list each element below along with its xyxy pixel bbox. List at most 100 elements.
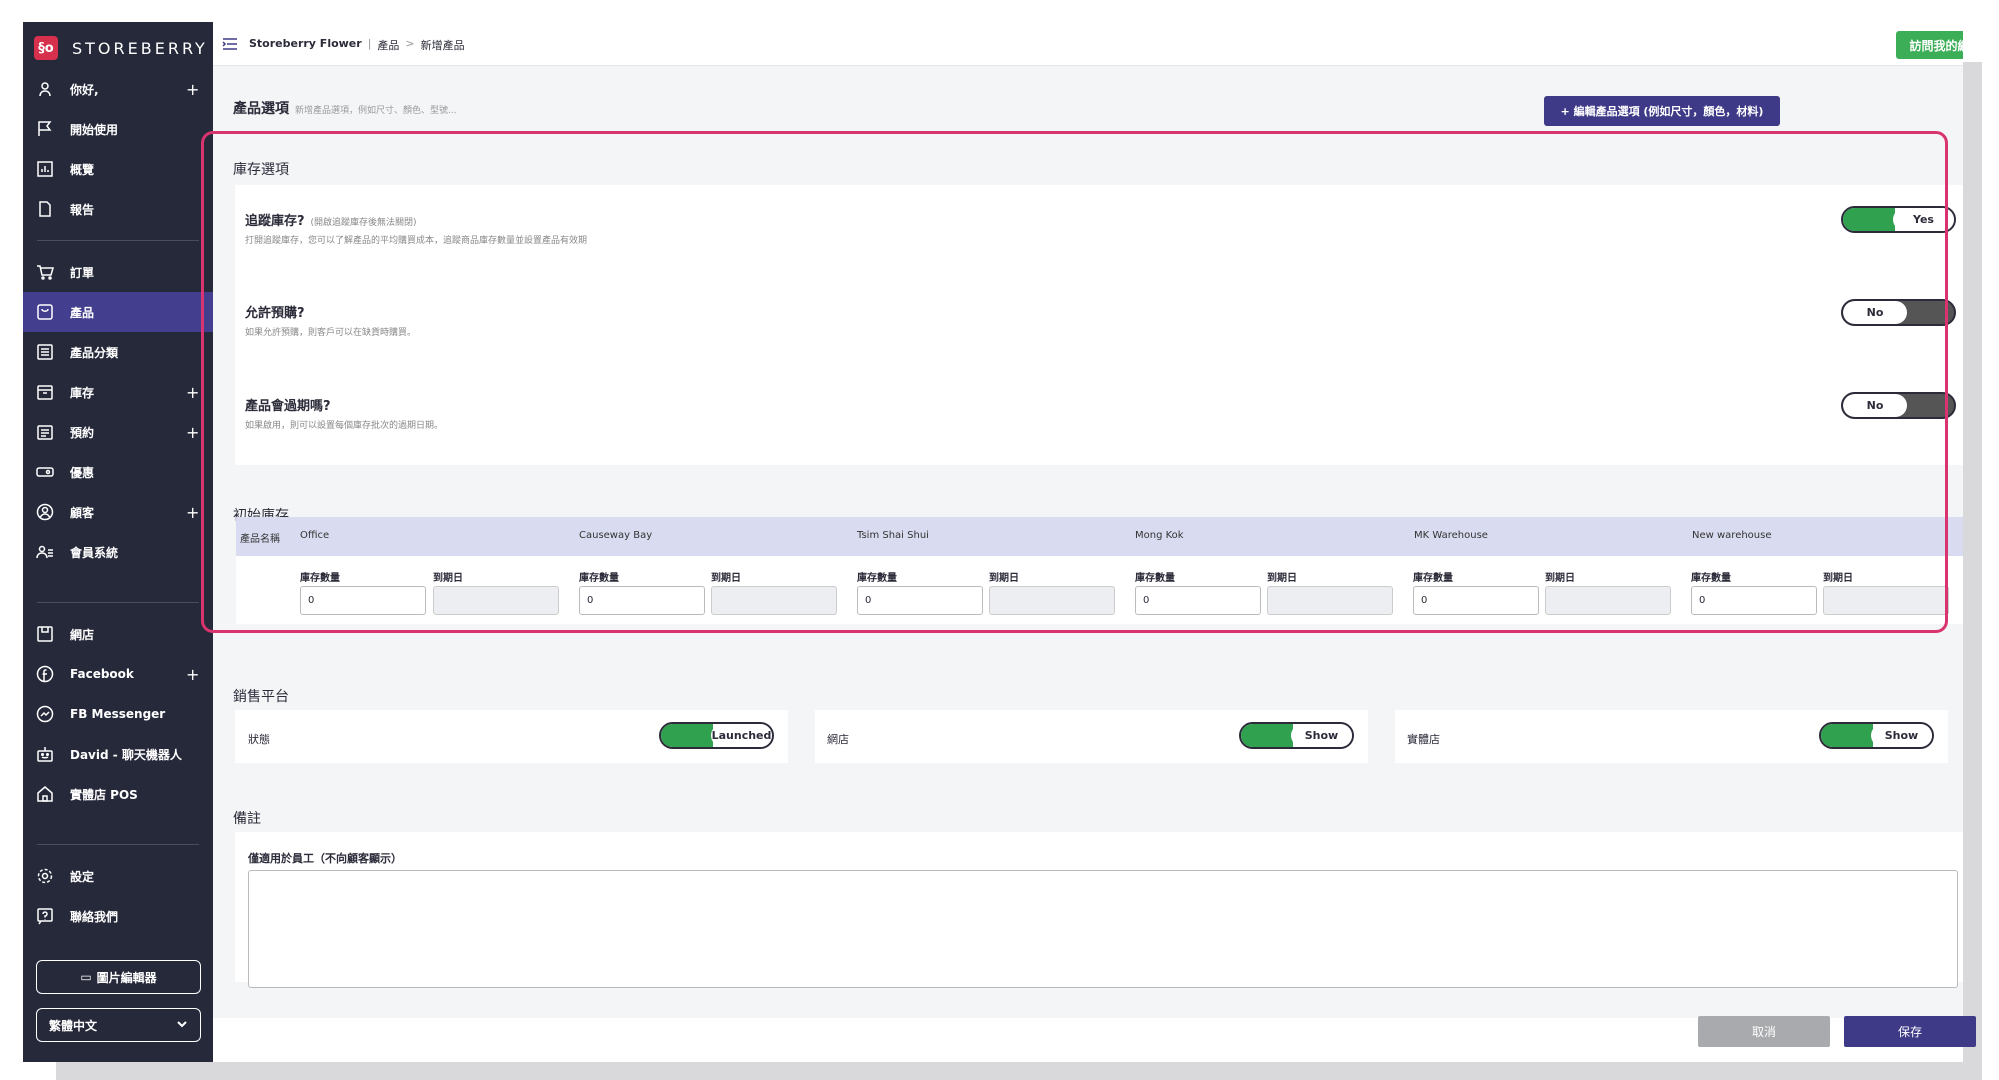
document-icon bbox=[36, 200, 54, 218]
expand-plus-icon[interactable]: + bbox=[186, 80, 199, 99]
user-icon bbox=[36, 80, 54, 98]
cart-icon bbox=[36, 263, 54, 281]
sidebar-divider bbox=[37, 240, 199, 241]
toggle-fill bbox=[1821, 724, 1873, 747]
menu-toggle-icon[interactable] bbox=[222, 36, 238, 50]
breadcrumb-current: 新增產品 bbox=[420, 39, 465, 52]
sidebar-item-chatbot[interactable]: David - 聊天機器人 bbox=[23, 734, 213, 774]
top-bar: Storeberry Flower | 產品 > 新增產品 訪問我的網店 bbox=[213, 22, 1963, 66]
expand-plus-icon[interactable]: + bbox=[186, 383, 199, 402]
sales-channels-title: 銷售平台 bbox=[233, 689, 289, 705]
sidebar-divider bbox=[37, 844, 199, 845]
member-icon bbox=[36, 543, 54, 561]
sidebar-item-pos[interactable]: 實體店 POS bbox=[23, 774, 213, 814]
tag-icon bbox=[36, 303, 54, 321]
customer-icon bbox=[36, 503, 54, 521]
expand-plus-icon[interactable]: + bbox=[186, 423, 199, 442]
sidebar-item-membership[interactable]: 會員系統 bbox=[23, 532, 213, 572]
toggle-fill bbox=[661, 724, 713, 747]
remarks-label: 僅適用於員工（不向顧客顯示） bbox=[248, 852, 402, 865]
sidebar-item-categories[interactable]: 產品分類 bbox=[23, 332, 213, 372]
sidebar-item-discounts[interactable]: 優惠 bbox=[23, 452, 213, 492]
list-icon bbox=[36, 343, 54, 361]
image-editor-button[interactable]: ▭ 圖片編輯器 bbox=[36, 960, 201, 994]
image-icon: ▭ bbox=[80, 970, 92, 984]
sidebar-item-label: 網店 bbox=[70, 627, 95, 642]
sidebar-item-contact[interactable]: 聯絡我們 bbox=[23, 896, 213, 936]
visit-store-button[interactable]: 訪問我的網店 bbox=[1896, 31, 1963, 59]
sidebar-item-label: 你好, bbox=[70, 82, 99, 97]
coupon-icon bbox=[36, 463, 54, 481]
brand[interactable]: §o STOREBERRY bbox=[34, 35, 208, 61]
save-button[interactable]: 保存 bbox=[1844, 1016, 1976, 1047]
toggle-value: Show bbox=[1871, 724, 1932, 747]
sidebar-item-booking[interactable]: 預約 + bbox=[23, 412, 213, 452]
sidebar-item-label: Facebook bbox=[70, 667, 134, 681]
sidebar-item-getting-started[interactable]: 開始使用 bbox=[23, 109, 213, 149]
robot-icon bbox=[36, 745, 54, 763]
toggle-value: Show bbox=[1291, 724, 1352, 747]
sidebar-item-label: David - 聊天機器人 bbox=[70, 747, 182, 762]
brand-name: STOREBERRY bbox=[72, 38, 208, 58]
language-value: 繁體中文 bbox=[49, 1018, 98, 1033]
sidebar-item-label: 訂單 bbox=[70, 265, 95, 280]
sidebar-item-label: 顧客 bbox=[70, 505, 95, 520]
facebook-icon bbox=[36, 665, 54, 683]
channel-label: 網店 bbox=[827, 733, 849, 746]
product-options-heading: 產品選項 新增產品選項，例如尺寸、顏色、型號... bbox=[233, 98, 457, 118]
expand-plus-icon[interactable]: + bbox=[186, 503, 199, 522]
inventory-highlight-frame bbox=[201, 131, 1948, 633]
product-options-hint: 新增產品選項，例如尺寸、顏色、型號... bbox=[295, 106, 457, 116]
channel-label: 狀態 bbox=[248, 733, 270, 746]
remarks-title: 備註 bbox=[233, 811, 261, 827]
toggle-fill bbox=[1241, 724, 1293, 747]
sidebar-item-customers[interactable]: 顧客 + bbox=[23, 492, 213, 532]
sidebar-item-label: 聯絡我們 bbox=[70, 909, 119, 924]
sidebar-item-facebook[interactable]: Facebook + bbox=[23, 654, 213, 694]
sidebar-item-label: 概覽 bbox=[70, 162, 95, 177]
sidebar-item-label: 會員系統 bbox=[70, 545, 119, 560]
status-toggle[interactable]: Launched bbox=[659, 722, 774, 749]
sidebar-item-label: 庫存 bbox=[70, 385, 95, 400]
expand-plus-icon[interactable]: + bbox=[186, 665, 199, 684]
breadcrumb-store[interactable]: Storeberry Flower bbox=[249, 37, 362, 53]
box-icon bbox=[36, 383, 54, 401]
help-icon bbox=[36, 907, 54, 925]
sidebar-item-webstore[interactable]: 網店 bbox=[23, 614, 213, 654]
sidebar-item-label: 設定 bbox=[70, 869, 95, 884]
cancel-button[interactable]: 取消 bbox=[1698, 1016, 1830, 1047]
breadcrumb-separator: > bbox=[405, 37, 415, 50]
remarks-textarea[interactable] bbox=[248, 870, 1958, 988]
webstore-toggle[interactable]: Show bbox=[1239, 722, 1354, 749]
sidebar-item-greeting[interactable]: 你好, + bbox=[23, 69, 213, 109]
sidebar-item-label: 實體店 POS bbox=[70, 787, 138, 802]
pos-toggle[interactable]: Show bbox=[1819, 722, 1934, 749]
product-options-title: 產品選項 bbox=[233, 101, 289, 117]
flag-icon bbox=[36, 120, 54, 138]
storeberry-logo-icon: §o bbox=[34, 36, 58, 60]
chart-icon bbox=[36, 160, 54, 178]
sidebar-item-label: 預約 bbox=[70, 425, 95, 440]
sidebar-item-label: 報告 bbox=[70, 202, 95, 217]
breadcrumb-separator: | bbox=[367, 37, 372, 50]
sidebar-item-overview[interactable]: 概覽 bbox=[23, 149, 213, 189]
sidebar-item-products[interactable]: 產品 bbox=[23, 292, 213, 332]
image-editor-label: 圖片編輯器 bbox=[96, 970, 157, 985]
sidebar-item-label: FB Messenger bbox=[70, 707, 166, 721]
channel-label: 實體店 bbox=[1407, 733, 1440, 746]
language-select[interactable]: 繁體中文 bbox=[36, 1008, 201, 1042]
sidebar-item-settings[interactable]: 設定 bbox=[23, 856, 213, 896]
gear-icon bbox=[36, 867, 54, 885]
sidebar-item-fb-messenger[interactable]: FB Messenger bbox=[23, 694, 213, 734]
calendar-icon bbox=[36, 423, 54, 441]
sidebar-item-label: 開始使用 bbox=[70, 122, 119, 137]
edit-product-options-button[interactable]: + 編輯產品選項 (例如尺寸，顏色，材料) bbox=[1544, 96, 1780, 126]
sidebar-item-reports[interactable]: 報告 bbox=[23, 189, 213, 229]
breadcrumb-section[interactable]: 產品 bbox=[377, 37, 399, 53]
sidebar-item-label: 產品分類 bbox=[70, 345, 119, 360]
sidebar-item-orders[interactable]: 訂單 bbox=[23, 252, 213, 292]
sidebar-item-label: 優惠 bbox=[70, 465, 95, 480]
breadcrumb: Storeberry Flower | 產品 > 新增產品 bbox=[249, 37, 465, 53]
sidebar-item-inventory[interactable]: 庫存 + bbox=[23, 372, 213, 412]
sidebar-item-label: 產品 bbox=[70, 305, 95, 320]
